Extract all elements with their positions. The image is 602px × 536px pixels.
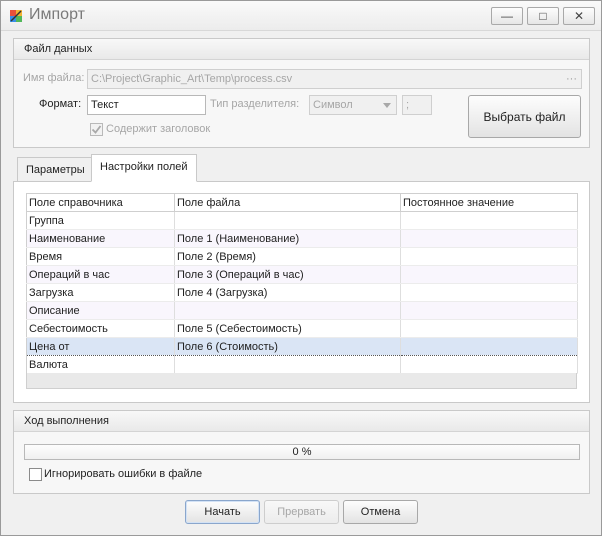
- cell-file-field[interactable]: Поле 3 (Операций в час): [174, 265, 401, 284]
- column-header-file-field[interactable]: Поле файла: [174, 193, 401, 212]
- close-button[interactable]: ✕: [563, 7, 595, 25]
- cell-reference-field[interactable]: Себестоимость: [26, 319, 175, 338]
- minimize-button[interactable]: —: [491, 7, 523, 25]
- table-row[interactable]: Описание: [26, 301, 578, 320]
- window-title: Импорт: [29, 6, 85, 23]
- tab-field-settings[interactable]: Настройки полей: [91, 154, 197, 182]
- cell-file-field[interactable]: [174, 355, 401, 374]
- cell-file-field[interactable]: Поле 4 (Загрузка): [174, 283, 401, 302]
- progress-header: Ход выполнения: [14, 411, 589, 432]
- cell-reference-field[interactable]: Цена от: [26, 337, 175, 356]
- chevron-down-icon: [383, 103, 391, 108]
- import-window: Импорт — □ ✕ Файл данных Имя файла: C:\P…: [0, 0, 602, 536]
- file-data-header: Файл данных: [14, 39, 589, 60]
- cell-reference-field[interactable]: Группа: [26, 211, 175, 230]
- cell-file-field[interactable]: Поле 1 (Наименование): [174, 229, 401, 248]
- file-name-field[interactable]: C:\Project\Graphic_Art\Temp\process.csv …: [87, 69, 582, 89]
- maximize-button[interactable]: □: [527, 7, 559, 25]
- progress-group: Ход выполнения 0 % Игнорировать ошибки в…: [13, 410, 590, 494]
- cell-file-field[interactable]: Поле 6 (Стоимость): [174, 337, 401, 356]
- cell-constant-value[interactable]: [400, 355, 578, 374]
- tab-parameters-label: Параметры: [26, 164, 85, 176]
- cell-constant-value[interactable]: [400, 301, 578, 320]
- format-field[interactable]: Текст: [87, 95, 206, 115]
- file-data-group: Файл данных Имя файла: C:\Project\Graphi…: [13, 38, 590, 148]
- ignore-errors-label: Игнорировать ошибки в файле: [44, 468, 203, 480]
- cancel-button[interactable]: Отмена: [343, 500, 418, 524]
- table-row[interactable]: Наименование Поле 1 (Наименование): [26, 229, 578, 248]
- abort-button[interactable]: Прервать: [264, 500, 339, 524]
- table-row[interactable]: Группа: [26, 211, 578, 230]
- checkmark-icon: [91, 125, 102, 134]
- ignore-errors-checkbox[interactable]: [29, 468, 42, 481]
- cell-constant-value[interactable]: [400, 247, 578, 266]
- app-icon: [10, 10, 22, 22]
- choose-file-label: Выбрать файл: [483, 109, 566, 124]
- tab-field-settings-label: Настройки полей: [100, 161, 188, 173]
- cell-constant-value[interactable]: [400, 337, 578, 356]
- delimiter-value: ;: [406, 99, 410, 111]
- field-mapping-table: Поле справочника Поле файла Постоянное з…: [26, 193, 578, 374]
- title-bar[interactable]: Импорт — □ ✕: [1, 1, 601, 31]
- cell-reference-field[interactable]: Операций в час: [26, 265, 175, 284]
- format-value: Текст: [91, 99, 119, 111]
- cell-constant-value[interactable]: [400, 211, 578, 230]
- table-row[interactable]: Операций в час Поле 3 (Операций в час): [26, 265, 578, 284]
- table-footer: [26, 373, 577, 389]
- delimiter-field[interactable]: ;: [402, 95, 432, 115]
- cell-file-field[interactable]: Поле 2 (Время): [174, 247, 401, 266]
- cell-constant-value[interactable]: [400, 283, 578, 302]
- format-label: Формат:: [39, 98, 82, 110]
- column-header-reference-field[interactable]: Поле справочника: [26, 193, 175, 212]
- cell-constant-value[interactable]: [400, 265, 578, 284]
- cell-constant-value[interactable]: [400, 319, 578, 338]
- browse-dots-icon[interactable]: ···: [566, 70, 577, 88]
- cell-file-field[interactable]: [174, 211, 401, 230]
- cell-reference-field[interactable]: Загрузка: [26, 283, 175, 302]
- close-icon: ✕: [573, 9, 585, 23]
- abort-label: Прервать: [277, 506, 326, 518]
- cell-reference-field[interactable]: Время: [26, 247, 175, 266]
- cell-constant-value[interactable]: [400, 229, 578, 248]
- cell-reference-field[interactable]: Описание: [26, 301, 175, 320]
- file-name-label: Имя файла:: [23, 72, 85, 84]
- start-button[interactable]: Начать: [185, 500, 260, 524]
- choose-file-button[interactable]: Выбрать файл: [468, 95, 581, 138]
- cell-file-field[interactable]: Поле 5 (Себестоимость): [174, 319, 401, 338]
- delimiter-type-value: Символ: [313, 99, 353, 111]
- delimiter-type-select[interactable]: Символ: [309, 95, 397, 115]
- table-row[interactable]: Валюта: [26, 355, 578, 374]
- table-row[interactable]: Себестоимость Поле 5 (Себестоимость): [26, 319, 578, 338]
- cell-reference-field[interactable]: Валюта: [26, 355, 175, 374]
- file-name-value: C:\Project\Graphic_Art\Temp\process.csv: [91, 73, 293, 85]
- tab-parameters[interactable]: Параметры: [17, 157, 94, 183]
- progress-bar: 0 %: [24, 444, 580, 460]
- table-header-row: Поле справочника Поле файла Постоянное з…: [26, 193, 578, 212]
- maximize-icon: □: [539, 9, 547, 23]
- start-label: Начать: [204, 506, 241, 518]
- cancel-label: Отмена: [360, 506, 401, 518]
- table-row[interactable]: Время Поле 2 (Время): [26, 247, 578, 266]
- table-row[interactable]: Загрузка Поле 4 (Загрузка): [26, 283, 578, 302]
- column-header-constant-value[interactable]: Постоянное значение: [400, 193, 578, 212]
- delimiter-type-label: Тип разделителя:: [210, 98, 300, 110]
- has-header-label: Содержит заголовок: [106, 123, 211, 135]
- minimize-icon: —: [501, 9, 513, 23]
- progress-text: 0 %: [292, 446, 312, 458]
- table-row-selected[interactable]: Цена от Поле 6 (Стоимость): [26, 337, 578, 356]
- field-settings-panel: Поле справочника Поле файла Постоянное з…: [13, 181, 590, 403]
- has-header-checkbox[interactable]: [90, 123, 103, 136]
- cell-reference-field[interactable]: Наименование: [26, 229, 175, 248]
- cell-file-field[interactable]: [174, 301, 401, 320]
